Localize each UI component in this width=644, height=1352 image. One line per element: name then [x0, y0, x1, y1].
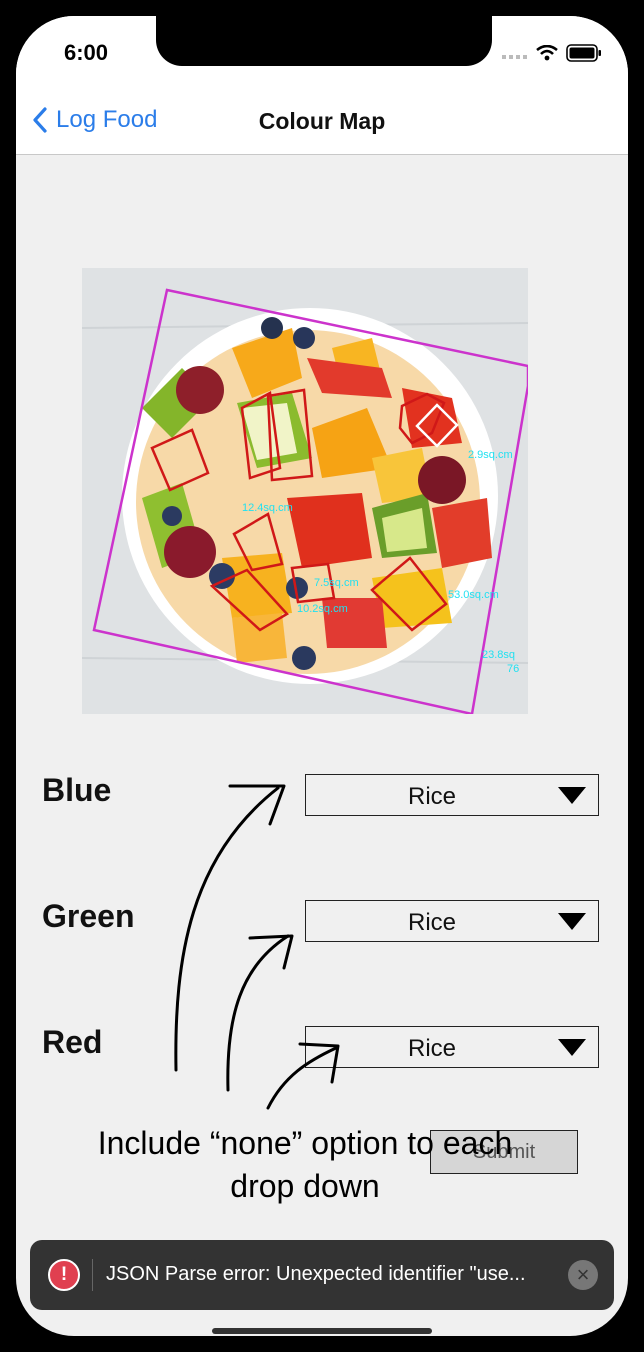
notch	[156, 16, 492, 66]
area-label-2-9: 2.9sq.cm	[468, 449, 513, 461]
battery-icon	[566, 44, 601, 62]
toast-divider	[92, 1259, 93, 1291]
area-label-12-4: 12.4sq.cm	[242, 502, 293, 514]
note-line-1: Include “none” option to each	[97, 1125, 513, 1161]
red-dropdown-value: Rice	[407, 1035, 456, 1062]
red-dropdown[interactable]: Rice	[305, 1026, 599, 1068]
green-dropdown[interactable]: Rice	[305, 900, 599, 942]
phone-frame: 6:00 Log Food Colour Map 2.9sq.cm 12.4sq…	[0, 0, 644, 1352]
error-icon: !	[48, 1259, 80, 1291]
status-bar: 6:00	[16, 16, 628, 92]
red-label: Red	[42, 1024, 103, 1060]
signal-icon	[502, 55, 527, 59]
screen: 6:00 Log Food Colour Map 2.9sq.cm 12.4sq…	[16, 16, 628, 1336]
page-title: Colour Map	[258, 108, 386, 134]
wifi-icon	[536, 45, 558, 61]
green-label: Green	[42, 898, 135, 934]
toast-message: JSON Parse error: Unexpected identifier …	[106, 1263, 526, 1285]
close-icon[interactable]: ×	[568, 1260, 598, 1290]
dropdown-arrow-icon	[558, 913, 586, 930]
area-label-23-8: 23.8sq	[482, 649, 515, 661]
status-time: 6:00	[64, 40, 109, 65]
area-label-76: 76	[507, 663, 519, 675]
green-dropdown-value: Rice	[407, 909, 456, 936]
status-icons	[502, 44, 602, 62]
navigation-bar: Log Food Colour Map	[16, 92, 628, 155]
area-label-7-5: 7.5sq.cm	[314, 577, 359, 589]
blue-dropdown-value: Rice	[407, 783, 456, 810]
home-indicator	[212, 1328, 432, 1334]
fruit-bowl-image: 2.9sq.cm 12.4sq.cm 7.5sq.cm 10.2sq.cm 53…	[82, 268, 528, 714]
area-label-10-2: 10.2sq.cm	[297, 603, 348, 615]
error-toast: ! JSON Parse error: Unexpected identifie…	[30, 1240, 614, 1310]
blue-dropdown[interactable]: Rice	[305, 774, 599, 816]
dropdown-arrow-icon	[558, 1039, 586, 1056]
area-label-53-0: 53.0sq.cm	[448, 589, 499, 601]
handwritten-note: Include “none” option to each drop down	[60, 1122, 550, 1208]
blue-label: Blue	[42, 772, 112, 808]
note-line-2: drop down	[230, 1168, 380, 1204]
dropdown-arrow-icon	[558, 787, 586, 804]
